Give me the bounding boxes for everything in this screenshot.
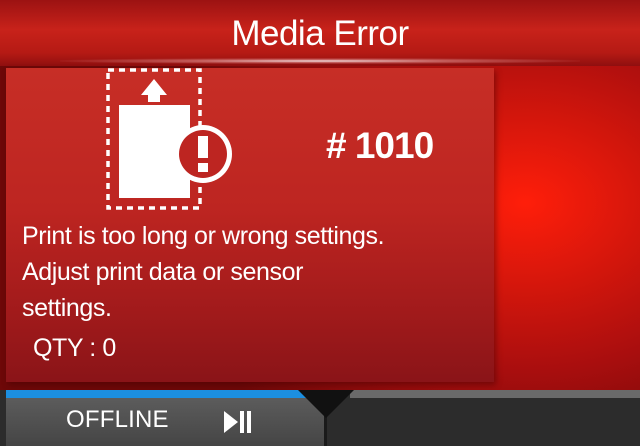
play-pause-icon	[224, 411, 251, 433]
tab-pointer-icon	[298, 390, 354, 418]
page-title: Media Error	[231, 14, 409, 53]
error-code: # 1010	[326, 125, 434, 166]
title-bar: Media Error	[0, 0, 640, 66]
offline-label: OFFLINE	[66, 406, 169, 433]
title-divider	[60, 58, 580, 64]
status-bar: OFFLINE	[0, 390, 640, 446]
status-accent-bar-right	[350, 390, 640, 398]
error-message: Print is too long or wrong settings. Adj…	[22, 218, 492, 326]
error-message-line: Adjust print data or sensor	[22, 258, 304, 286]
offline-button[interactable]: OFFLINE	[6, 398, 327, 446]
status-accent-bar	[6, 390, 306, 398]
media-error-icon	[106, 68, 232, 210]
quantity-readout: QTY : 0	[33, 334, 116, 362]
error-screen: Media Error # 1010 Print is too long or …	[0, 0, 640, 390]
error-message-line: Print is too long or wrong settings.	[22, 222, 385, 250]
error-message-line: settings.	[22, 294, 112, 322]
